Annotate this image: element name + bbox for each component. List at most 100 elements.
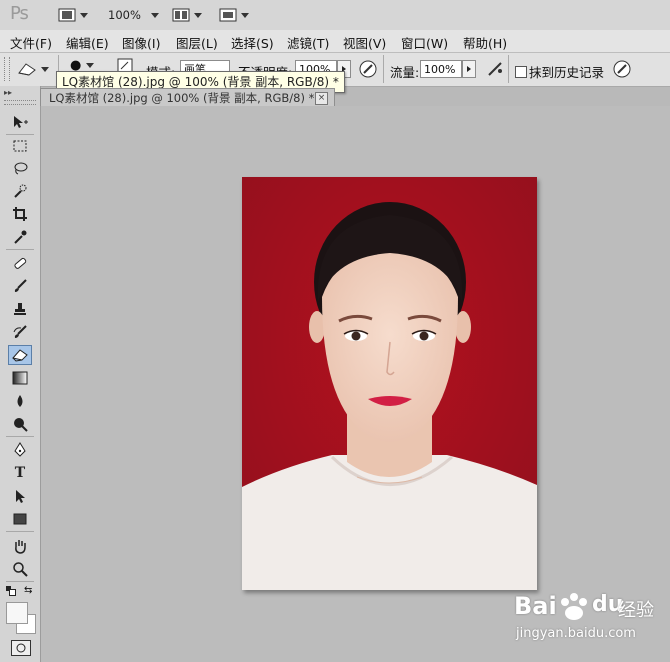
history-brush-icon — [13, 325, 27, 338]
menu-filter[interactable]: 滤镜(T) — [287, 33, 329, 52]
menu-help[interactable]: 帮助(H) — [463, 33, 507, 52]
baidu-jingyan-watermark: Bai du 经验 jingyan.baidu.com — [500, 590, 665, 650]
document-image[interactable] — [242, 177, 537, 590]
flow-value: 100% — [424, 63, 456, 76]
move-tool[interactable] — [8, 112, 32, 132]
photoshop-logo: Ps — [10, 3, 29, 24]
stamp-icon — [14, 303, 26, 315]
tool-divider — [6, 581, 34, 582]
dodge-tool[interactable] — [8, 414, 32, 434]
tool-preset-picker[interactable] — [16, 57, 54, 81]
tool-divider — [6, 436, 34, 437]
menu-view[interactable]: 视图(V) — [343, 33, 386, 52]
eraser-icon — [18, 63, 36, 76]
paw-icon — [561, 593, 587, 620]
type-icon: T — [14, 465, 26, 481]
screen-mode-icon — [219, 8, 237, 22]
quick-mask-icon — [16, 643, 26, 653]
flow-slider-button[interactable] — [462, 60, 476, 78]
path-selection-tool[interactable] — [8, 486, 32, 506]
rectangular-marquee-icon — [13, 140, 27, 152]
grid-icon — [172, 8, 190, 22]
eyedropper-tool[interactable] — [8, 227, 32, 247]
pen-icon — [14, 442, 26, 457]
brush-icon — [14, 279, 27, 292]
pen-tool[interactable] — [8, 440, 32, 460]
menu-edit[interactable]: 编辑(E) — [66, 33, 109, 52]
divider — [508, 55, 509, 83]
bandage-icon — [14, 257, 27, 269]
tool-divider — [6, 531, 34, 532]
menu-select[interactable]: 选择(S) — [231, 33, 274, 52]
move-icon — [14, 116, 28, 128]
zoom-level-dropdown[interactable]: 100% — [108, 6, 159, 24]
quick-selection-tool[interactable] — [8, 181, 32, 201]
gradient-tool[interactable] — [8, 368, 32, 388]
eraser-icon — [12, 349, 28, 362]
film-icon — [58, 8, 76, 22]
dodge-icon — [14, 418, 28, 432]
airbrush-icon[interactable] — [485, 59, 505, 79]
eraser-tool[interactable] — [8, 345, 32, 365]
flow-field[interactable]: 100% — [420, 60, 462, 78]
rectangle-icon — [13, 513, 27, 525]
crop-icon — [13, 207, 27, 221]
arrow-pointer-icon — [16, 490, 25, 503]
zoom-tool[interactable] — [8, 559, 32, 579]
screen-mode-button[interactable] — [219, 6, 249, 24]
erase-to-history-label: 抹到历史记录 — [529, 65, 605, 80]
checkbox-box — [515, 65, 527, 78]
chevron-down-icon — [41, 66, 49, 72]
toolbox: ▸▸ T ⇆ — [0, 86, 41, 662]
watermark-brand-latin: Bai — [514, 592, 557, 620]
quick-mask-button[interactable] — [11, 640, 31, 656]
foreground-color-swatch[interactable] — [6, 602, 28, 624]
magnifier-icon — [13, 562, 28, 577]
brush-tool[interactable] — [8, 276, 32, 296]
erase-to-history-checkbox[interactable]: 抹到历史记录 — [515, 62, 604, 81]
tool-divider — [6, 134, 34, 135]
portrait-photo — [242, 177, 537, 590]
marquee-tool[interactable] — [8, 136, 32, 156]
close-icon[interactable]: × — [315, 92, 328, 105]
clone-stamp-tool[interactable] — [8, 299, 32, 319]
arrange-documents-button[interactable] — [172, 6, 202, 24]
lasso-icon — [14, 162, 28, 175]
application-bar: Ps 100% — [0, 0, 670, 30]
document-tab[interactable]: LQ素材馆 (28).jpg @ 100% (背景 副本, RGB/8) * × — [40, 88, 335, 106]
chevron-down-icon — [194, 12, 202, 18]
tool-divider — [6, 249, 34, 250]
airbrush-pressure-icon[interactable] — [358, 59, 378, 79]
menu-layer[interactable]: 图层(L) — [176, 33, 218, 52]
rectangle-tool[interactable] — [8, 509, 32, 529]
quick-selection-icon — [14, 184, 27, 198]
collapse-toolbox-icon[interactable]: ▸▸ — [4, 88, 12, 97]
eyedropper-icon — [14, 230, 27, 244]
chevron-down-icon — [241, 12, 249, 18]
tablet-pressure-icon[interactable] — [612, 59, 632, 79]
default-colors-icon[interactable] — [6, 586, 16, 596]
healing-brush-tool[interactable] — [8, 253, 32, 273]
watermark-brand-cn: 经验 — [618, 600, 654, 621]
swap-colors-icon[interactable]: ⇆ — [24, 585, 32, 596]
menu-window[interactable]: 窗口(W) — [401, 33, 448, 52]
menu-image[interactable]: 图像(I) — [122, 33, 160, 52]
hand-tool[interactable] — [8, 536, 32, 556]
gradient-icon — [12, 371, 28, 385]
lasso-tool[interactable] — [8, 158, 32, 178]
launch-bridge-button[interactable] — [58, 6, 88, 24]
chevron-down-icon — [80, 12, 88, 18]
history-brush-tool[interactable] — [8, 322, 32, 342]
hand-icon — [15, 540, 26, 554]
chevron-down-icon — [86, 62, 95, 68]
options-grip — [4, 57, 10, 81]
chevron-down-icon — [150, 12, 159, 18]
toolbox-grip — [4, 100, 36, 105]
type-tool[interactable]: T — [8, 463, 32, 483]
menu-bar: 文件(F) 编辑(E) 图像(I) 图层(L) 选择(S) 滤镜(T) 视图(V… — [0, 30, 670, 53]
flow-label: 流量: — [390, 65, 420, 80]
drop-icon — [17, 395, 23, 407]
crop-tool[interactable] — [8, 204, 32, 224]
menu-file[interactable]: 文件(F) — [10, 33, 52, 52]
blur-tool[interactable] — [8, 391, 32, 411]
